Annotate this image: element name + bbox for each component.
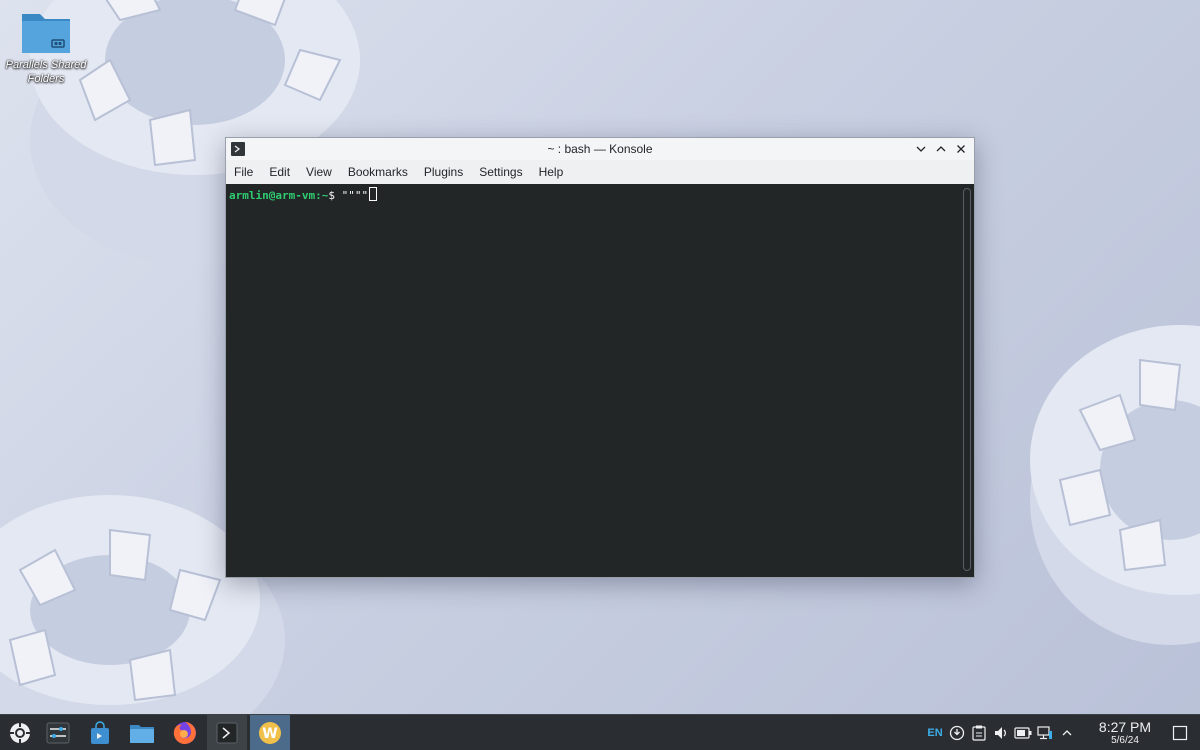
chevron-up-icon [1062,729,1072,735]
speaker-icon [995,726,1006,739]
taskbar-system-settings[interactable] [38,715,78,750]
terminal-line: armlin@arm-vm:~$ """" [229,187,378,203]
folder-shared-icon [22,14,70,53]
settings-sliders-icon [46,722,70,743]
close-button[interactable] [952,140,970,158]
minimize-button[interactable] [912,140,930,158]
tray-clipboard[interactable] [968,715,990,750]
wallpaper-gear-right [1030,325,1200,645]
maximize-button[interactable] [932,140,950,158]
tray-volume[interactable] [990,715,1012,750]
menubar: File Edit View Bookmarks Plugins Setting… [226,160,974,184]
menu-settings[interactable]: Settings [471,162,530,182]
clock-date: 5/6/24 [1111,735,1139,746]
command-text: """" [341,189,369,202]
chevron-up-icon [936,146,946,152]
desktop-icon-parallels-shared-folders[interactable]: Parallels Shared Folders [4,8,88,86]
keyboard-layout-indicator[interactable]: EN [924,715,946,750]
battery-icon [1014,726,1032,739]
terminal-scrollbar[interactable] [963,188,971,571]
prompt-user: armlin@arm-vm:~ [229,189,329,202]
clipboard-icon [972,725,986,741]
text-cursor [369,187,378,201]
chevron-down-icon [916,146,926,152]
folder-icon [130,724,154,743]
taskbar-firefox[interactable] [165,715,205,750]
tray-network[interactable] [1034,715,1056,750]
tray-battery[interactable] [1012,715,1034,750]
tray-updates[interactable] [946,715,968,750]
update-icon [949,725,965,740]
close-icon [957,145,965,153]
taskbar-discover[interactable] [80,715,120,750]
terminal-icon [216,722,238,743]
menu-edit[interactable]: Edit [261,162,298,182]
prompt-symbol: $ [328,189,342,202]
svg-text:W: W [262,726,277,742]
taskbar: W EN 8:27 PM 5/6/24 [0,714,1200,750]
show-desktop-button[interactable] [1160,715,1200,750]
clock-time: 8:27 PM [1098,719,1152,735]
konsole-app-icon [231,142,245,156]
tray-expand-button[interactable] [1056,715,1078,750]
kde-launcher-icon [10,722,30,743]
language-label: EN [927,726,943,739]
menu-help[interactable]: Help [531,162,572,182]
window-title: ~ : bash — Konsole [547,142,653,156]
show-desktop-icon [1172,725,1188,740]
desktop: Parallels Shared Folders ~ : bash — Kons… [0,0,1200,750]
firefox-icon [173,721,196,744]
digital-clock[interactable]: 8:27 PM 5/6/24 [1096,719,1154,747]
network-wired-icon [1037,725,1052,739]
menu-plugins[interactable]: Plugins [416,162,471,182]
system-tray: EN [924,715,1078,750]
desktop-icon-label: Parallels Shared Folders [5,59,87,85]
taskbar-dolphin[interactable] [122,715,162,750]
taskbar-w-app[interactable]: W [250,715,290,750]
menu-view[interactable]: View [298,162,340,182]
window-titlebar[interactable]: ~ : bash — Konsole [226,138,974,160]
taskbar-konsole[interactable] [207,715,247,750]
w-app-icon: W [259,721,281,744]
menu-file[interactable]: File [226,162,261,182]
konsole-window: ~ : bash — Konsole File Edit View Bookma… [225,137,975,578]
window-controls [912,140,970,158]
store-bag-icon [91,720,109,744]
application-launcher-button[interactable] [0,715,40,750]
terminal-area[interactable]: armlin@arm-vm:~$ """" [226,184,974,577]
menu-bookmarks[interactable]: Bookmarks [340,162,416,182]
